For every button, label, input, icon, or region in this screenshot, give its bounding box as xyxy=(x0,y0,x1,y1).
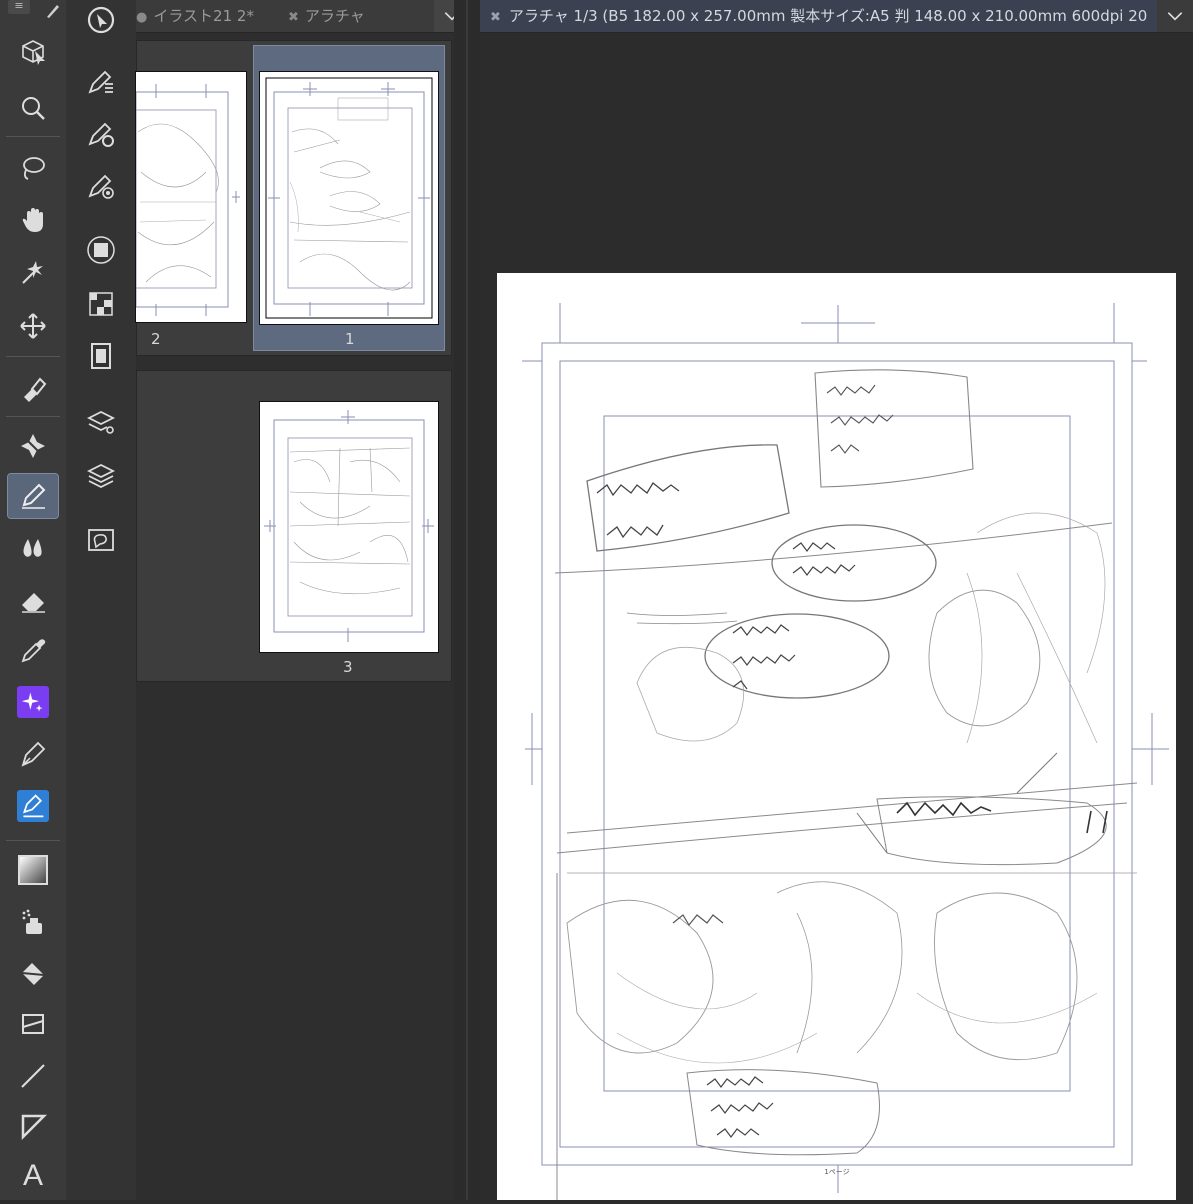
film-icon[interactable] xyxy=(80,336,122,376)
canvas-tab-title: ✖ アラチャ 1/3 (B5 182.00 x 257.00mm 製本サイズ:A5… xyxy=(490,0,1155,32)
close-icon[interactable]: ✖ xyxy=(490,10,501,25)
text-icon[interactable]: A xyxy=(8,1154,58,1198)
settings-pen-icon[interactable] xyxy=(80,114,122,154)
blend-icon[interactable] xyxy=(8,526,58,570)
layer-search-icon[interactable] xyxy=(80,402,122,442)
page-spread-2: 3 xyxy=(136,370,452,682)
document-tabbar: ● イラスト21 2* ✖ アラチャ xyxy=(136,0,470,33)
eyedropper-rotate-icon[interactable] xyxy=(8,366,58,410)
eyedropper-icon[interactable] xyxy=(8,628,58,672)
text-tool-label: A xyxy=(22,1159,43,1192)
tab-illust[interactable]: ● イラスト21 2* xyxy=(136,0,254,32)
manuscript-sketch: 1ページ xyxy=(522,303,1169,1203)
layers-icon[interactable] xyxy=(80,456,122,496)
move-icon[interactable] xyxy=(8,304,58,348)
canvas-area: ✖ アラチャ 1/3 (B5 182.00 x 257.00mm 製本サイズ:A5… xyxy=(480,0,1193,1203)
zoom-icon[interactable] xyxy=(8,86,58,130)
hand-icon[interactable] xyxy=(8,198,58,242)
pen-icon[interactable] xyxy=(7,473,59,519)
tool-palette: ≡ A xyxy=(0,0,67,1200)
page-manager-panel: ● イラスト21 2* ✖ アラチャ 2 1 3 xyxy=(135,0,470,1200)
ai-sparkle-icon[interactable] xyxy=(8,680,58,724)
grid-icon[interactable] xyxy=(80,284,122,324)
line-icon[interactable] xyxy=(8,1054,58,1098)
ruler-triangle-icon[interactable] xyxy=(8,1104,58,1148)
page-spread-1: 2 1 xyxy=(135,40,452,356)
page-number-1: 1 xyxy=(345,330,355,348)
panel-splitter[interactable] xyxy=(454,0,480,1200)
palette-menu-button[interactable]: ≡ xyxy=(8,0,30,14)
tab-aracha[interactable]: ✖ アラチャ xyxy=(288,0,365,32)
manga-page-canvas[interactable]: 1ページ xyxy=(497,273,1176,1203)
lasso-select-icon[interactable] xyxy=(8,146,58,190)
canvas-tab-label: アラチャ 1/3 (B5 182.00 x 257.00mm 製本サイズ:A5 … xyxy=(508,7,1148,25)
cursor-icon[interactable] xyxy=(80,0,122,40)
page-thumb-1[interactable] xyxy=(259,71,439,325)
layer-property-icon[interactable] xyxy=(80,62,122,102)
comment-icon[interactable] xyxy=(80,520,122,560)
page-number-2: 2 xyxy=(151,330,161,348)
page-thumb-3[interactable] xyxy=(259,401,439,653)
eraser-icon[interactable] xyxy=(8,578,58,622)
subtool-strip xyxy=(66,0,136,1200)
modified-dot-icon: ● xyxy=(136,10,148,25)
fountain-pen-icon[interactable] xyxy=(8,732,58,776)
page-number-3: 3 xyxy=(343,658,353,676)
canvas-tab-dropdown-button[interactable] xyxy=(1157,0,1193,32)
pen-corner-icon xyxy=(47,5,59,18)
target-pen-icon[interactable] xyxy=(80,166,122,206)
frame-icon[interactable] xyxy=(80,230,122,270)
paint-bucket-icon[interactable] xyxy=(8,952,58,996)
page-thumb-2[interactable] xyxy=(135,71,247,323)
magic-wand-selection-icon[interactable] xyxy=(8,424,58,468)
tab-illust-label: イラスト21 2* xyxy=(153,7,254,25)
fill-pen-icon[interactable] xyxy=(8,784,58,828)
frame-border-icon[interactable] xyxy=(8,1002,58,1046)
page-footer-label: 1ページ xyxy=(824,1168,849,1176)
close-icon[interactable]: ✖ xyxy=(288,10,299,25)
object-select-icon[interactable] xyxy=(8,30,58,74)
tab-aracha-label: アラチャ xyxy=(304,7,365,25)
airbrush-icon[interactable] xyxy=(8,900,58,944)
magic-wand-icon[interactable] xyxy=(8,250,58,294)
gradient-icon[interactable] xyxy=(8,848,58,892)
chevron-down-icon xyxy=(1167,12,1183,21)
canvas-document-tab[interactable]: ✖ アラチャ 1/3 (B5 182.00 x 257.00mm 製本サイズ:A5… xyxy=(480,0,1193,33)
